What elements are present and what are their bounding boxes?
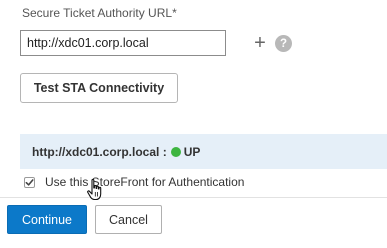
help-glyph: ? (279, 37, 288, 50)
add-sta-button[interactable]: + (253, 33, 267, 53)
use-for-authentication-checkbox[interactable] (24, 176, 35, 188)
status-state-text: UP (183, 144, 201, 159)
use-for-authentication-label: Use this StoreFront for Authentication (45, 175, 245, 189)
help-icon[interactable]: ? (275, 35, 292, 52)
use-for-authentication-row[interactable]: Use this StoreFront for Authentication (24, 175, 244, 189)
plus-icon: + (254, 32, 266, 54)
cancel-label: Cancel (109, 212, 148, 227)
status-url-text: http://xdc01.corp.local : (32, 144, 167, 159)
continue-button[interactable]: Continue (7, 205, 87, 234)
hand-pointer-icon (87, 178, 102, 201)
test-sta-connectivity-button[interactable]: Test STA Connectivity (20, 73, 178, 103)
test-sta-connectivity-label: Test STA Connectivity (33, 81, 165, 95)
sta-url-input[interactable] (20, 30, 226, 56)
checkmark-icon (25, 178, 34, 186)
cancel-button[interactable]: Cancel (95, 205, 162, 234)
status-dot-icon (170, 146, 181, 157)
sta-status-bar: http://xdc01.corp.local : UP (20, 134, 387, 169)
sta-url-label: Secure Ticket Authority URL* (22, 6, 177, 20)
continue-label: Continue (21, 212, 73, 227)
footer-divider (0, 197, 387, 198)
